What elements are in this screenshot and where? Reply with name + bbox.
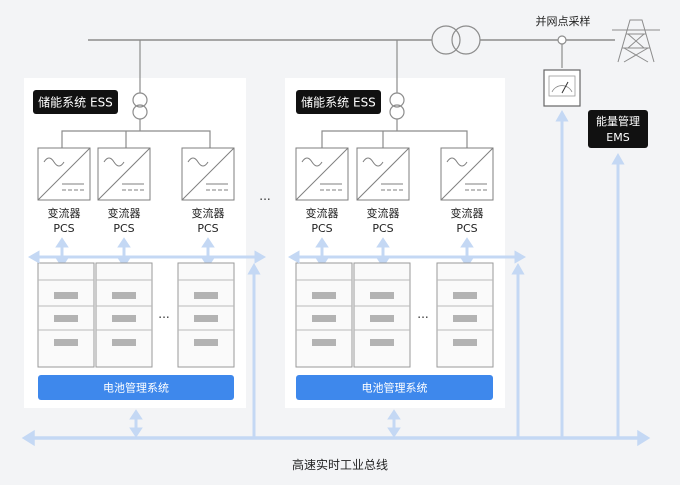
- bus-label: 高速实时工业总线: [292, 457, 388, 472]
- grid-sampling-label: 并网点采样: [536, 14, 591, 28]
- pcs-label-line2: PCS: [456, 222, 477, 235]
- main-transformer-icon: [431, 25, 481, 55]
- ems-label-line1: 能量管理: [596, 114, 640, 128]
- pcs-label-line1: 变流器: [192, 206, 225, 220]
- ess-unit-1: 储能系统 ESS 变流器 PCS 变流器 PCS 变流器 PCS ... 电池管…: [24, 40, 267, 438]
- ellipsis: ...: [417, 307, 428, 321]
- meter-icon: [543, 69, 581, 107]
- pcs-label-line2: PCS: [53, 222, 74, 235]
- ess-title: 储能系统 ESS: [301, 95, 376, 110]
- ems-label-line2: EMS: [606, 131, 629, 144]
- pcs-label-line1: 变流器: [306, 206, 339, 220]
- industrial-bus-arrow: [21, 429, 651, 447]
- power-tower-icon: [612, 19, 660, 63]
- battery-cabinet: [295, 262, 353, 368]
- battery-cabinet: [177, 262, 235, 368]
- ellipsis: ...: [158, 307, 169, 321]
- pcs-label-line1: 变流器: [451, 206, 484, 220]
- ess-unit-2: 储能系统 ESS 变流器 PCS 变流器 PCS 变流器 PCS ... 电池管…: [285, 40, 527, 438]
- bms-label: 电池管理系统: [362, 381, 428, 395]
- ellipsis: ...: [259, 189, 270, 203]
- pcs-label-line2: PCS: [113, 222, 134, 235]
- pcs-label-line1: 变流器: [108, 206, 141, 220]
- bms-label: 电池管理系统: [103, 381, 169, 395]
- grid-sampling-point: [557, 35, 567, 45]
- pcs-label-line1: 变流器: [367, 206, 400, 220]
- meter-link-arrow: [555, 109, 625, 437]
- battery-cabinet: [95, 262, 153, 368]
- pcs-label-line2: PCS: [197, 222, 218, 235]
- pcs-label-line1: 变流器: [48, 206, 81, 220]
- pcs-label-line2: PCS: [311, 222, 332, 235]
- battery-cabinet: [353, 262, 411, 368]
- battery-cabinet: [436, 262, 494, 368]
- pcs-label-line2: PCS: [372, 222, 393, 235]
- ess-title: 储能系统 ESS: [38, 95, 113, 110]
- battery-cabinet: [37, 262, 95, 368]
- ess-architecture-diagram: 储能系统 ESS 变流器 PCS 变流器 PCS 变流器 PCS ... 电池管…: [0, 0, 680, 485]
- ems-box: 能量管理 EMS: [588, 110, 648, 148]
